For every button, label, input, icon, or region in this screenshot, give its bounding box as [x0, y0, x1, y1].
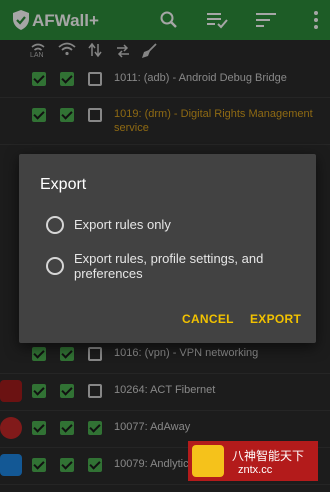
watermark: 八神智能天下 zntx.cc — [188, 441, 318, 481]
export-rules-only-radio[interactable] — [46, 216, 64, 234]
export-button[interactable]: EXPORT — [250, 312, 301, 326]
watermark-logo-icon — [192, 445, 224, 477]
export-all-label[interactable]: Export rules, profile settings, and pref… — [74, 251, 296, 281]
cancel-button[interactable]: CANCEL — [182, 312, 234, 326]
export-rules-only-label[interactable]: Export rules only — [74, 217, 171, 232]
watermark-url: zntx.cc — [238, 464, 273, 476]
export-all-radio[interactable] — [46, 257, 64, 275]
export-dialog: Export Export rules only Export rules, p… — [19, 154, 316, 343]
watermark-text: 八神智能天下 — [232, 449, 305, 463]
dialog-title: Export — [40, 176, 87, 193]
